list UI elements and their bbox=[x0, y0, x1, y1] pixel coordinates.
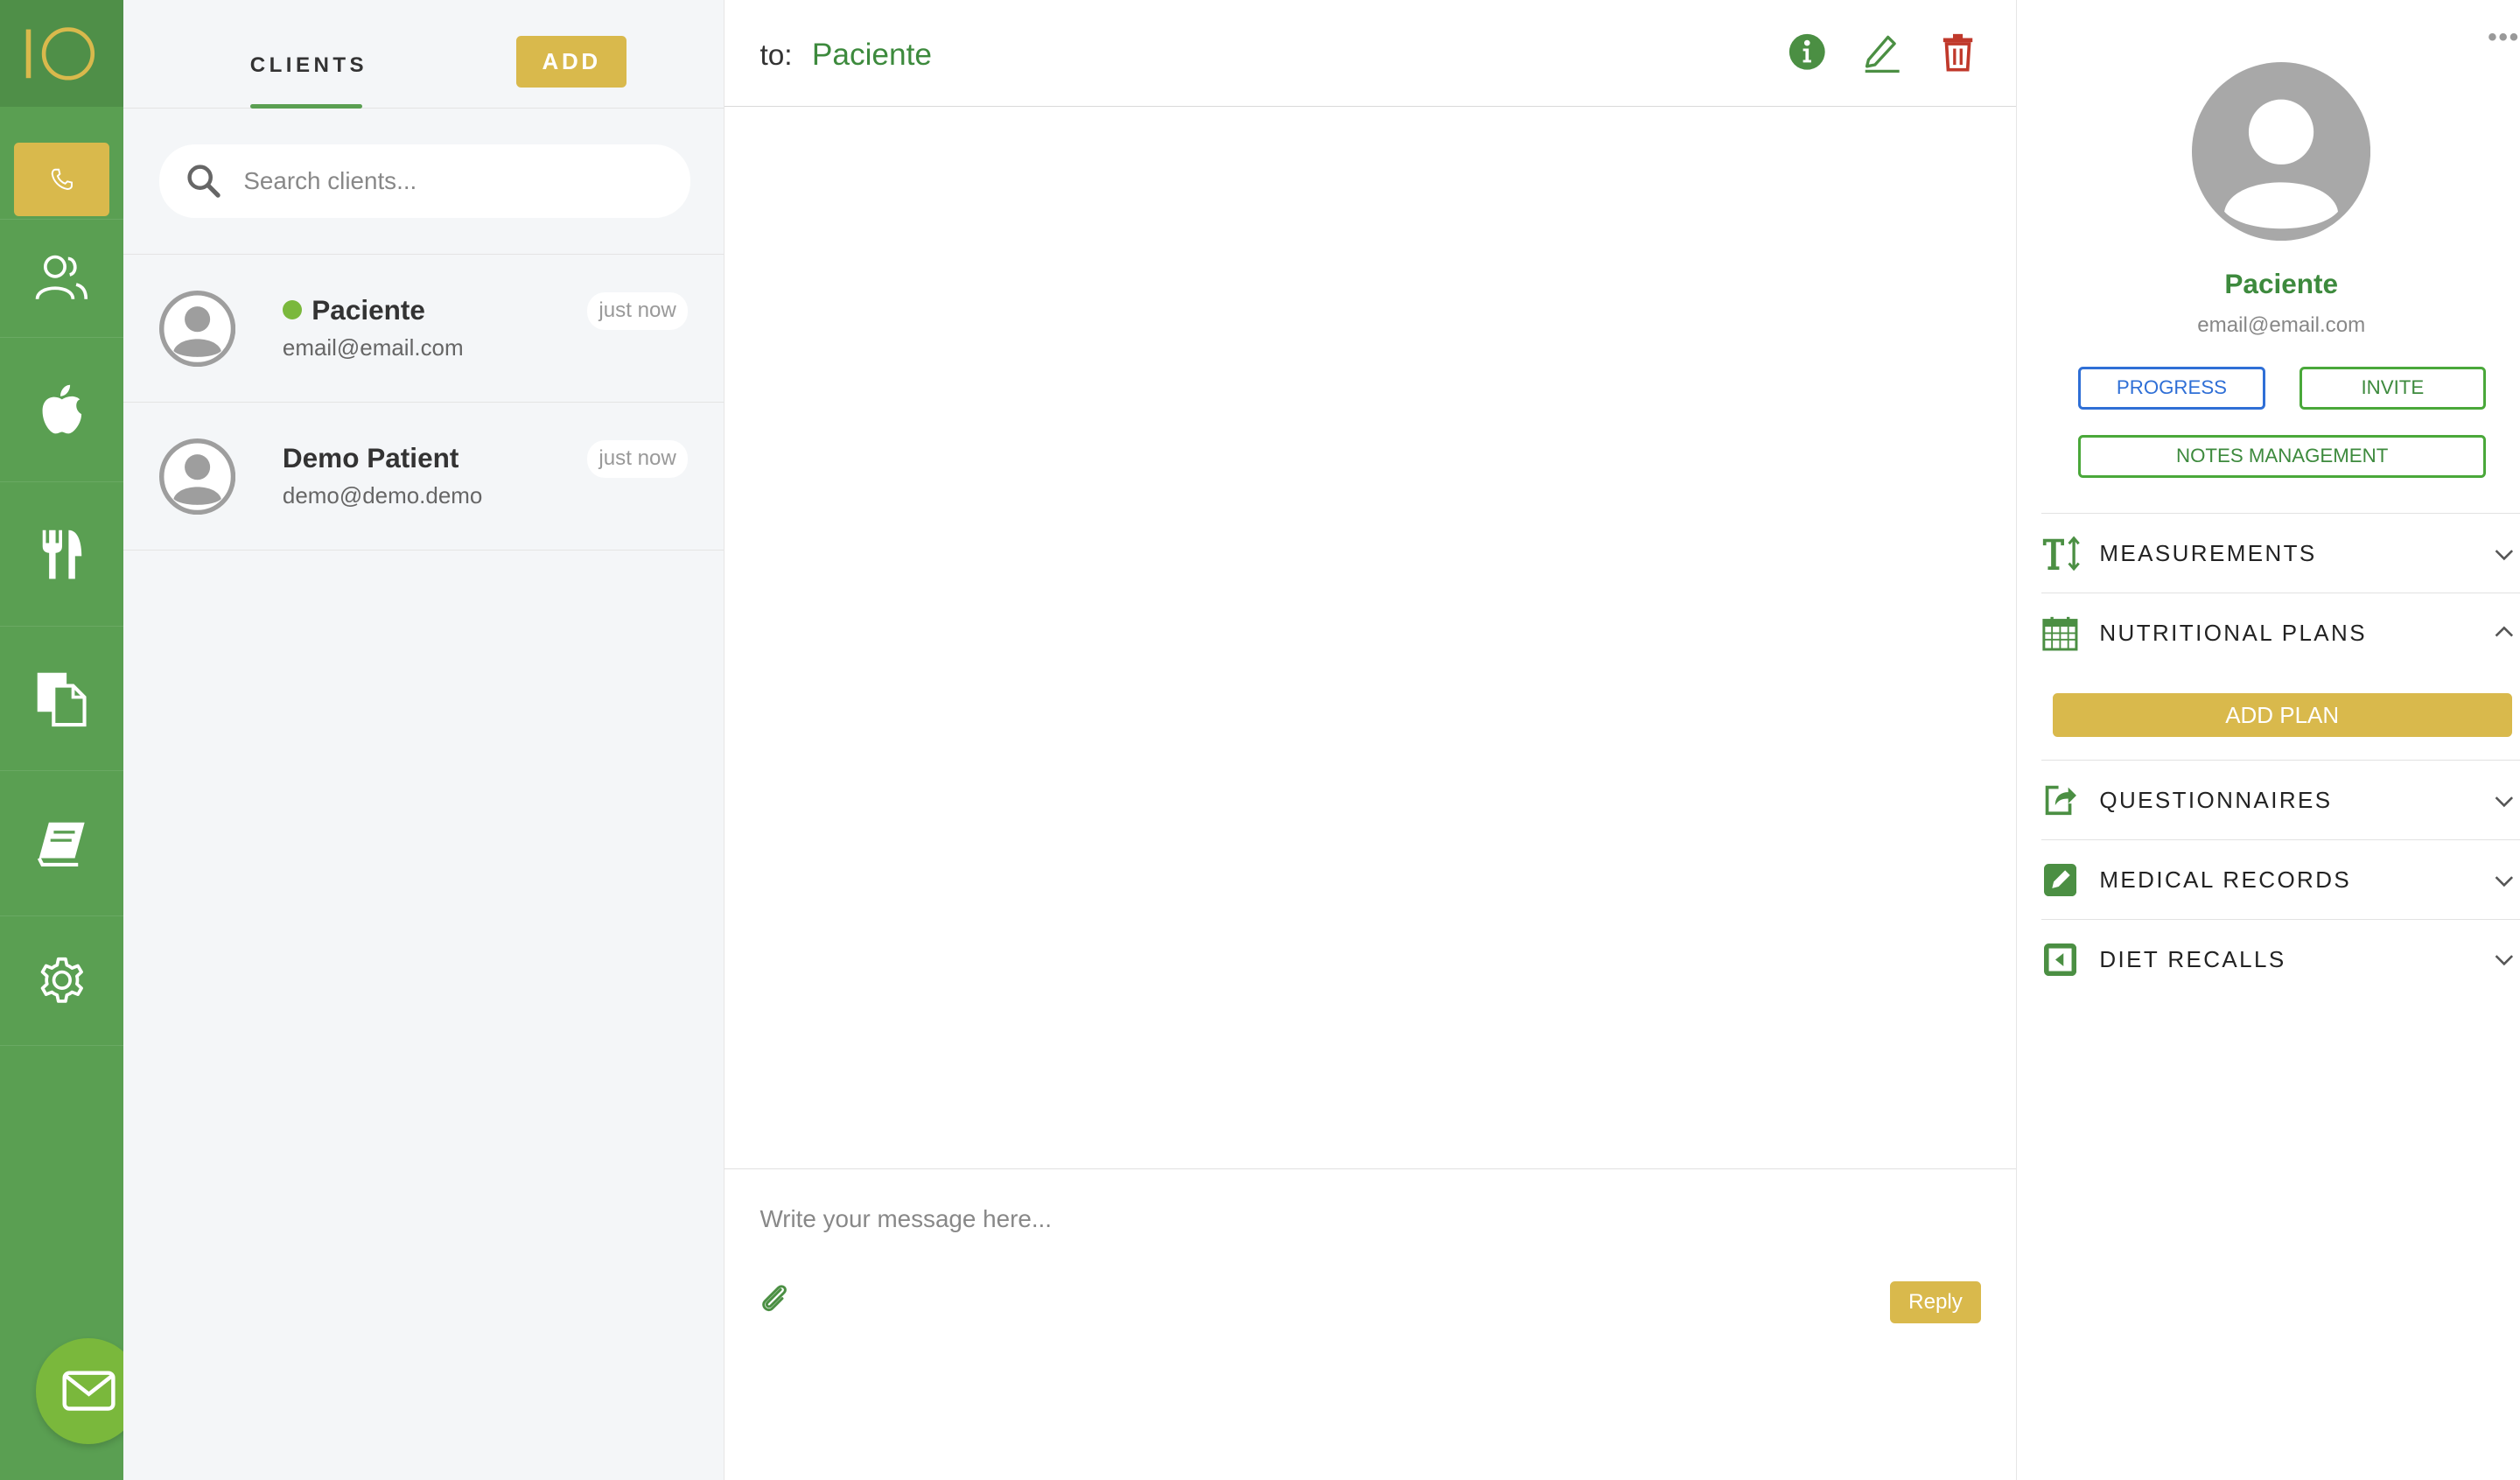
apple-icon bbox=[42, 385, 81, 434]
clients-header: CLIENTS ADD bbox=[123, 0, 724, 109]
client-profile-panel: ••• Paciente email@email.com PROGRESS IN… bbox=[2018, 0, 2520, 1480]
info-icon bbox=[1788, 33, 1825, 70]
message-thread bbox=[724, 107, 2016, 1170]
client-email: email@email.com bbox=[282, 334, 464, 361]
chat-panel: to: Paciente Write your message here... … bbox=[724, 0, 2017, 1480]
tab-clients[interactable]: CLIENTS bbox=[250, 53, 368, 78]
info-button[interactable] bbox=[1786, 29, 1828, 74]
online-status-dot bbox=[282, 300, 303, 320]
phone-icon bbox=[51, 168, 73, 191]
add-plan-button[interactable]: ADD PLAN bbox=[2052, 693, 2512, 738]
profile-name: Paciente bbox=[2224, 268, 2339, 300]
pencil-icon bbox=[1866, 36, 1900, 74]
progress-button[interactable]: PROGRESS bbox=[2078, 367, 2265, 410]
nav-item-food[interactable] bbox=[0, 482, 124, 628]
nav-item-documents[interactable] bbox=[0, 627, 124, 772]
reply-button[interactable]: Reply bbox=[1890, 1281, 1981, 1324]
gear-icon bbox=[40, 957, 83, 1004]
client-name: Paciente bbox=[282, 293, 425, 326]
book-icon bbox=[37, 822, 85, 866]
nav-item-clients[interactable] bbox=[0, 220, 124, 338]
pencil-square-icon bbox=[2041, 860, 2081, 900]
search-box bbox=[158, 144, 690, 218]
chevron-up-icon bbox=[2495, 626, 2513, 637]
calendar-icon bbox=[2041, 614, 2081, 653]
delete-button[interactable] bbox=[1937, 29, 1979, 74]
message-input[interactable] bbox=[760, 1204, 1962, 1233]
client-avatar-icon bbox=[158, 291, 236, 368]
section-questionnaires[interactable]: QUESTIONNAIRES bbox=[2040, 760, 2520, 839]
phone-active-button[interactable] bbox=[13, 143, 110, 216]
search-input[interactable] bbox=[243, 166, 634, 195]
app-logo[interactable] bbox=[0, 0, 124, 108]
client-name-text: Demo Patient bbox=[282, 441, 459, 473]
section-title: QUESTIONNAIRES bbox=[2099, 786, 2333, 813]
caret-square-left-icon bbox=[2041, 940, 2081, 979]
section-title: MEDICAL RECORDS bbox=[2099, 866, 2352, 893]
client-list-item[interactable]: Paciente email@email.com just now bbox=[123, 255, 724, 403]
client-list-item[interactable]: Demo Patient demo@demo.demo just now bbox=[123, 403, 724, 551]
section-medical-records[interactable]: MEDICAL RECORDS bbox=[2040, 839, 2520, 919]
recipient-name[interactable]: Paciente bbox=[812, 38, 932, 73]
paperclip-icon[interactable] bbox=[760, 1283, 792, 1315]
client-avatar-icon bbox=[158, 438, 236, 516]
section-measurements[interactable]: MEASUREMENTS bbox=[2040, 513, 2520, 593]
add-client-button[interactable]: ADD bbox=[516, 35, 627, 88]
fork-knife-icon bbox=[42, 530, 81, 579]
to-label: to: bbox=[760, 39, 793, 72]
section-title: MEASUREMENTS bbox=[2099, 539, 2317, 566]
users-icon bbox=[35, 255, 88, 300]
chevron-down-icon bbox=[2495, 875, 2513, 887]
profile-email: email@email.com bbox=[2197, 313, 2366, 338]
client-name-text: Paciente bbox=[312, 293, 425, 326]
nav-item-phone[interactable] bbox=[0, 107, 124, 220]
client-name: Demo Patient bbox=[283, 442, 459, 474]
client-avatar-large-icon bbox=[2192, 61, 2371, 241]
chevron-down-icon bbox=[2495, 955, 2513, 966]
section-nutritional-plans[interactable]: NUTRITIONAL PLANS bbox=[2040, 593, 2520, 672]
share-square-icon bbox=[2041, 781, 2081, 820]
section-title: DIET RECALLS bbox=[2099, 945, 2286, 972]
clients-panel: CLIENTS ADD Paciente email@email.com jus… bbox=[123, 0, 724, 1480]
client-time-badge: just now bbox=[587, 292, 688, 330]
edit-button[interactable] bbox=[1861, 29, 1903, 74]
io-logo-icon bbox=[25, 27, 95, 81]
sidebar-nav bbox=[0, 0, 2520, 1480]
search-icon bbox=[186, 165, 220, 199]
documents-icon bbox=[37, 672, 87, 727]
message-composer: Reply bbox=[724, 1169, 2016, 1478]
section-title: NUTRITIONAL PLANS bbox=[2099, 619, 2367, 646]
chat-header: to: Paciente bbox=[724, 0, 2016, 108]
chevron-down-icon bbox=[2495, 549, 2513, 560]
envelope-icon bbox=[62, 1371, 116, 1412]
client-email: demo@demo.demo bbox=[282, 482, 483, 509]
chevron-down-icon bbox=[2495, 796, 2513, 807]
section-diet-recalls[interactable]: DIET RECALLS bbox=[2040, 919, 2520, 999]
search-area bbox=[123, 109, 724, 256]
invite-button[interactable]: INVITE bbox=[2299, 367, 2487, 410]
nav-item-library[interactable] bbox=[0, 771, 124, 916]
more-options-button[interactable]: ••• bbox=[2488, 23, 2520, 53]
nav-item-nutrition[interactable] bbox=[0, 338, 124, 483]
trash-icon bbox=[1943, 33, 1973, 72]
text-height-icon bbox=[2041, 534, 2081, 573]
client-time-badge: just now bbox=[587, 439, 688, 478]
nav-item-settings[interactable] bbox=[0, 916, 124, 1047]
notes-management-button[interactable]: NOTES MANAGEMENT bbox=[2078, 435, 2487, 478]
